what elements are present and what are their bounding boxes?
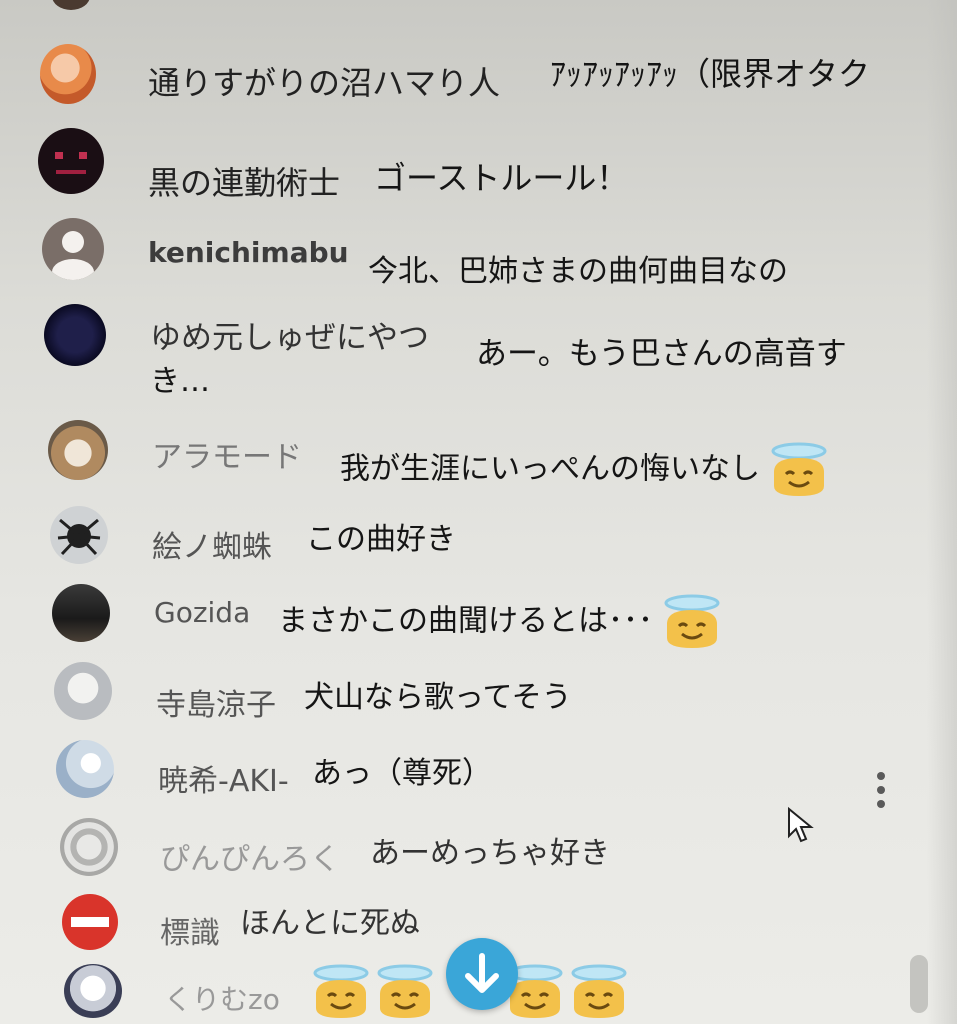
chat-message: ゆめ元しゅぜにやつ あー。もう巴さんの高音す き… [0, 304, 920, 404]
chat-message: 黒の連勤術士 ゴーストルール！ [0, 128, 920, 202]
more-vert-icon[interactable] [872, 770, 890, 814]
arrow-down-icon [465, 953, 499, 993]
dark-avatar [44, 304, 106, 366]
chat-text-continued: き… [150, 364, 210, 399]
chat-author: 暁希-AKI- [158, 764, 289, 799]
chat-message: 絵ノ蜘蛛 この曲好き [0, 506, 920, 576]
anime-girl-avatar [40, 44, 96, 104]
photo-avatar [52, 584, 110, 642]
chat-message: アラモード 我が生涯にいっぺんの悔いなし [0, 420, 920, 500]
character-avatar [64, 964, 122, 1018]
scrollbar-thumb[interactable] [910, 955, 928, 1013]
smiling-halo-emoji [770, 442, 828, 498]
chat-message: ぴんぴんろく あーめっちゃ好き [0, 818, 920, 888]
chat-text: この曲好き [306, 522, 456, 557]
smiling-halo-emoji [570, 964, 628, 1020]
chat-author: 通りすがりの沼ハマり人 [148, 64, 501, 102]
lace-avatar [60, 818, 118, 876]
chat-author: 寺島涼子 [156, 688, 276, 723]
light-avatar [54, 662, 112, 720]
chat-author: 黒の連勤術士 [148, 164, 341, 202]
chat-author: Gozida [154, 596, 251, 629]
no-entry-icon [71, 917, 109, 927]
chat-text: あっ（尊死） [312, 756, 492, 791]
chat-text: ほんとに死ぬ [240, 906, 420, 941]
smiling-halo-emoji [312, 964, 370, 1020]
live-chat-panel: 通りすがりの沼ハマり人 ｱｯｱｯｱｯｱｯ（限界オタク 黒の連勤術士 ゴーストルー… [0, 0, 957, 1024]
screen-edge-shadow [927, 0, 957, 1024]
chat-author: ぴんぴんろく [160, 842, 340, 877]
chat-text: あーめっちゃ好き [370, 836, 610, 871]
chat-author: アラモード [152, 440, 302, 475]
chat-message: 暁希-AKI- あっ（尊死） [0, 740, 920, 810]
dark-face-avatar [38, 128, 104, 194]
pattern-avatar [56, 740, 114, 798]
chat-text: 我が生涯にいっぺんの悔いなし [340, 442, 828, 498]
chat-text: あー。もう巴さんの高音す [476, 336, 847, 372]
chat-author: 標識 [160, 916, 220, 951]
chat-text: ｱｯｱｯｱｯｱｯ（限界オタク [550, 55, 871, 93]
spider-icon [57, 518, 101, 556]
chat-message: kenichimabu 今北、巴姉さまの曲何曲目なの [0, 214, 920, 289]
mouse-pointer-icon [786, 806, 814, 850]
chat-text-content: 我が生涯にいっぺんの悔いなし [340, 451, 760, 487]
chat-text: 今北、巴姉さまの曲何曲目なの [368, 254, 788, 289]
chat-text: ゴーストルール！ [374, 159, 629, 197]
cat-avatar [48, 420, 108, 480]
smiling-halo-emoji [376, 964, 434, 1020]
no-entry-sign-avatar [62, 894, 118, 950]
chat-author: ゆめ元しゅぜにやつ [150, 320, 429, 356]
default-user-avatar [42, 218, 104, 280]
face-icon [55, 152, 87, 174]
chat-message: Gozida まさかこの曲聞けるとは･･･ [0, 584, 920, 660]
smiling-halo-emoji [663, 594, 721, 650]
chat-message: 通りすがりの沼ハマり人 ｱｯｱｯｱｯｱｯ（限界オタク [0, 40, 920, 110]
spider-avatar [50, 506, 108, 564]
chat-author: 絵ノ蜘蛛 [152, 530, 272, 565]
chat-message: 寺島涼子 犬山なら歌ってそう [0, 662, 920, 732]
avatar [52, 0, 90, 10]
chat-text: 犬山なら歌ってそう [304, 680, 572, 715]
scroll-to-bottom-button[interactable] [446, 938, 518, 1010]
person-icon [52, 231, 94, 280]
chat-author: くりむzo [164, 983, 280, 1016]
chat-text: まさかこの曲聞けるとは･･･ [278, 594, 721, 650]
chat-text-content: まさかこの曲聞けるとは･･･ [278, 603, 653, 639]
chat-author: kenichimabu [148, 236, 349, 269]
